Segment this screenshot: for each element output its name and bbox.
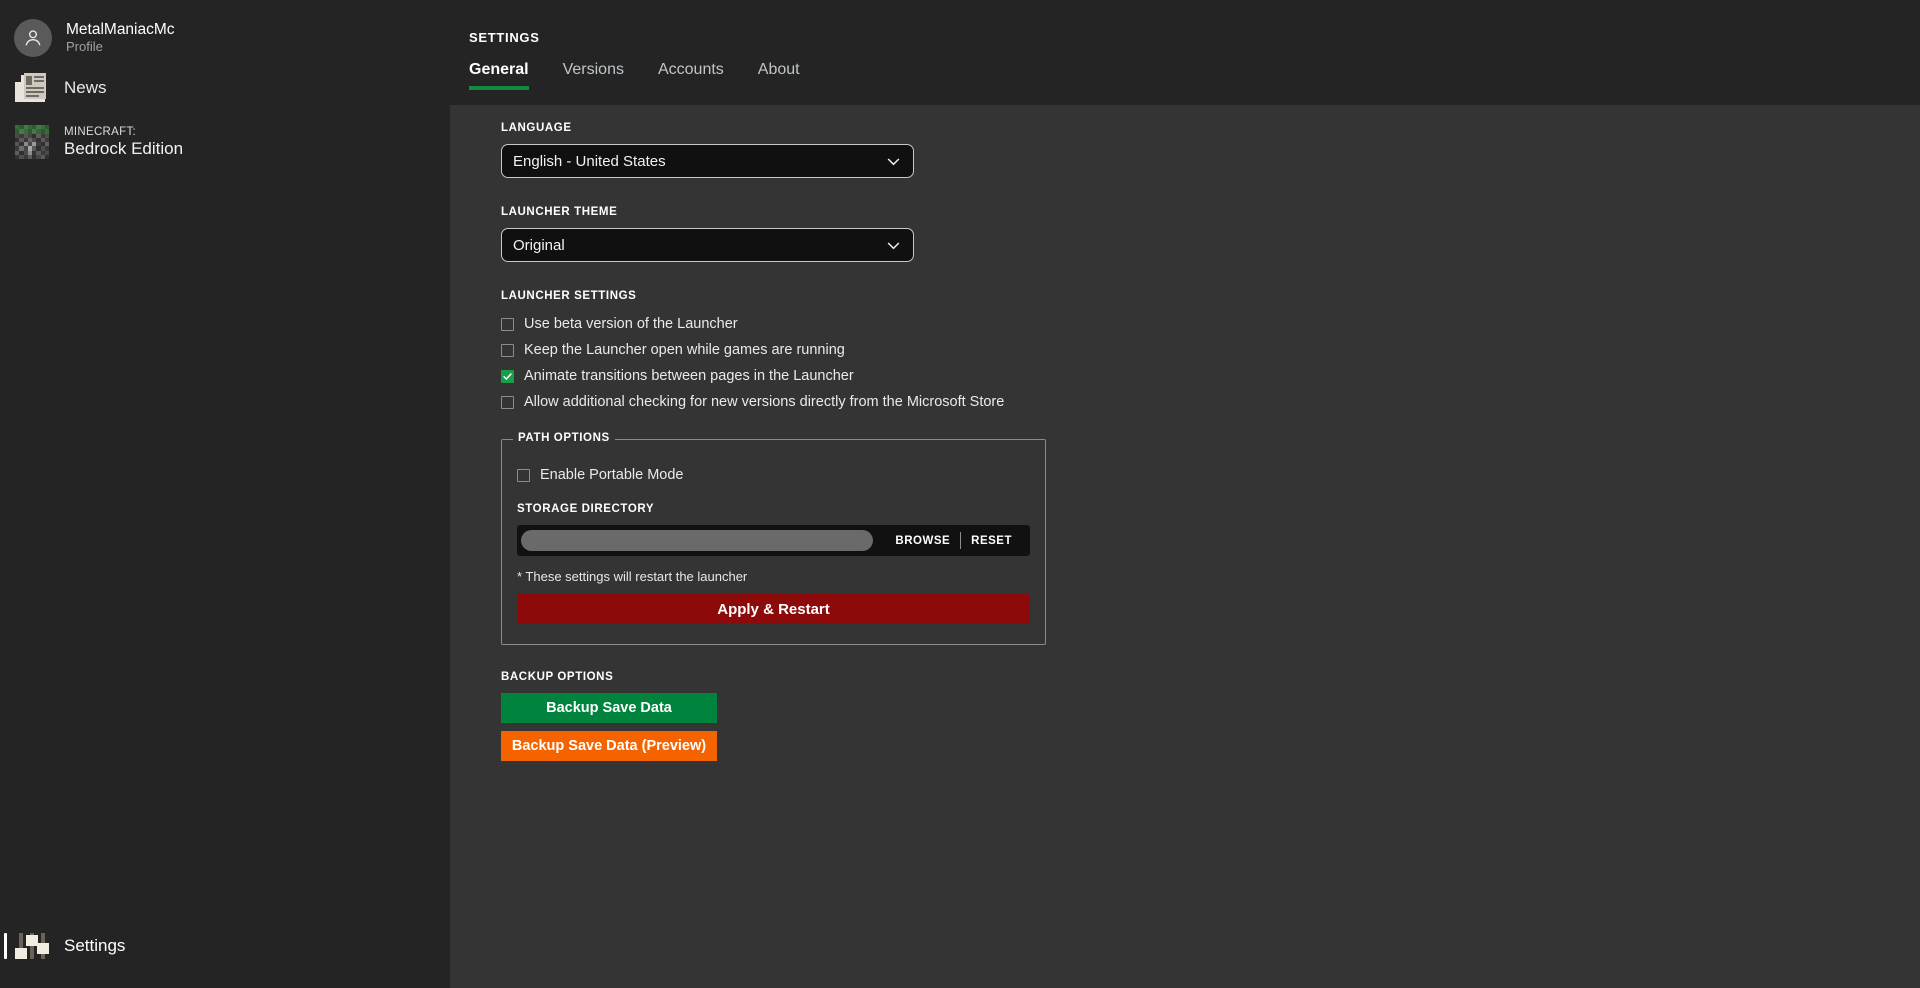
reset-button[interactable]: RESET xyxy=(961,535,1022,547)
page-title: SETTINGS xyxy=(469,30,540,45)
checkbox-portable-mode-label: Enable Portable Mode xyxy=(540,467,684,483)
language-select[interactable]: English - United States xyxy=(501,144,914,178)
checkbox-beta[interactable] xyxy=(501,317,514,331)
active-indicator xyxy=(4,933,7,959)
checkbox-store-check-label: Allow additional checking for new versio… xyxy=(524,394,1005,410)
checkbox-keep-open[interactable] xyxy=(501,343,514,357)
settings-panel: LANGUAGE English - United States LAUNCHE… xyxy=(450,105,1920,988)
sidebar-item-bedrock-label: MINECRAFT: Bedrock Edition xyxy=(64,126,183,159)
main-area: SETTINGS General Versions Accounts About… xyxy=(225,0,1920,988)
minecraft-block-icon xyxy=(14,124,50,160)
language-value: English - United States xyxy=(513,152,666,170)
checkbox-animate-label: Animate transitions between pages in the… xyxy=(524,368,854,384)
tab-versions[interactable]: Versions xyxy=(563,61,624,90)
backup-save-data-button[interactable]: Backup Save Data xyxy=(501,693,717,723)
browse-button[interactable]: BROWSE xyxy=(885,535,960,547)
sidebar-item-settings[interactable]: Settings xyxy=(0,920,225,972)
tab-about[interactable]: About xyxy=(758,61,800,90)
sidebar-item-news[interactable]: News xyxy=(0,62,225,114)
sidebar-item-bedrock-caps: MINECRAFT: xyxy=(64,125,136,138)
backup-options-label: BACKUP OPTIONS xyxy=(501,671,614,683)
storage-directory-label: STORAGE DIRECTORY xyxy=(517,503,655,515)
checkbox-portable-mode[interactable] xyxy=(517,468,530,482)
checkbox-row-portable-mode[interactable]: Enable Portable Mode xyxy=(517,462,1030,488)
apply-restart-button[interactable]: Apply & Restart xyxy=(517,594,1030,624)
checkbox-keep-open-label: Keep the Launcher open while games are r… xyxy=(524,342,845,358)
theme-select[interactable]: Original xyxy=(501,228,914,262)
news-icon xyxy=(14,70,50,106)
checkbox-row-beta[interactable]: Use beta version of the Launcher xyxy=(501,311,1920,337)
restart-note: * These settings will restart the launch… xyxy=(517,569,748,584)
checkbox-store-check[interactable] xyxy=(501,395,514,409)
checkbox-row-animate[interactable]: Animate transitions between pages in the… xyxy=(501,363,1920,389)
chevron-down-icon xyxy=(887,242,900,249)
storage-directory-input[interactable] xyxy=(521,530,874,551)
profile-name: MetalManiacMc xyxy=(66,21,175,39)
sidebar-item-bedrock-title: Bedrock Edition xyxy=(64,138,184,158)
person-icon xyxy=(25,30,41,46)
language-label: LANGUAGE xyxy=(501,122,572,134)
sidebar-item-bedrock[interactable]: MINECRAFT: Bedrock Edition xyxy=(0,114,225,170)
launcher-settings-label: LAUNCHER SETTINGS xyxy=(501,290,637,302)
profile-text: MetalManiacMc Profile xyxy=(66,21,175,55)
path-options-fieldset: PATH OPTIONS Enable Portable Mode STORAG… xyxy=(501,432,1046,645)
check-icon xyxy=(503,372,512,380)
storage-directory-row: BROWSE RESET xyxy=(517,525,1030,556)
path-options-legend: PATH OPTIONS xyxy=(513,432,615,444)
theme-value: Original xyxy=(513,236,565,254)
chevron-down-icon xyxy=(887,158,900,165)
avatar xyxy=(14,19,52,57)
tab-general[interactable]: General xyxy=(469,61,529,90)
backup-save-data-preview-button[interactable]: Backup Save Data (Preview) xyxy=(501,731,717,761)
checkbox-row-store-check[interactable]: Allow additional checking for new versio… xyxy=(501,389,1920,415)
profile-section[interactable]: MetalManiacMc Profile xyxy=(0,0,225,62)
sidebar-item-settings-label: Settings xyxy=(64,936,126,955)
checkbox-beta-label: Use beta version of the Launcher xyxy=(524,316,738,332)
theme-label: LAUNCHER THEME xyxy=(501,206,618,218)
sidebar: MetalManiacMc Profile News MINECRAFT: Be… xyxy=(0,0,225,988)
profile-subtitle: Profile xyxy=(66,38,103,54)
page-header: SETTINGS General Versions Accounts About xyxy=(225,0,1920,90)
checkbox-animate[interactable] xyxy=(501,369,514,383)
sliders-icon xyxy=(15,931,50,961)
sidebar-item-news-label: News xyxy=(64,78,107,97)
tab-accounts[interactable]: Accounts xyxy=(658,61,724,90)
tab-bar: General Versions Accounts About xyxy=(469,61,1920,90)
checkbox-row-keep-open[interactable]: Keep the Launcher open while games are r… xyxy=(501,337,1920,363)
